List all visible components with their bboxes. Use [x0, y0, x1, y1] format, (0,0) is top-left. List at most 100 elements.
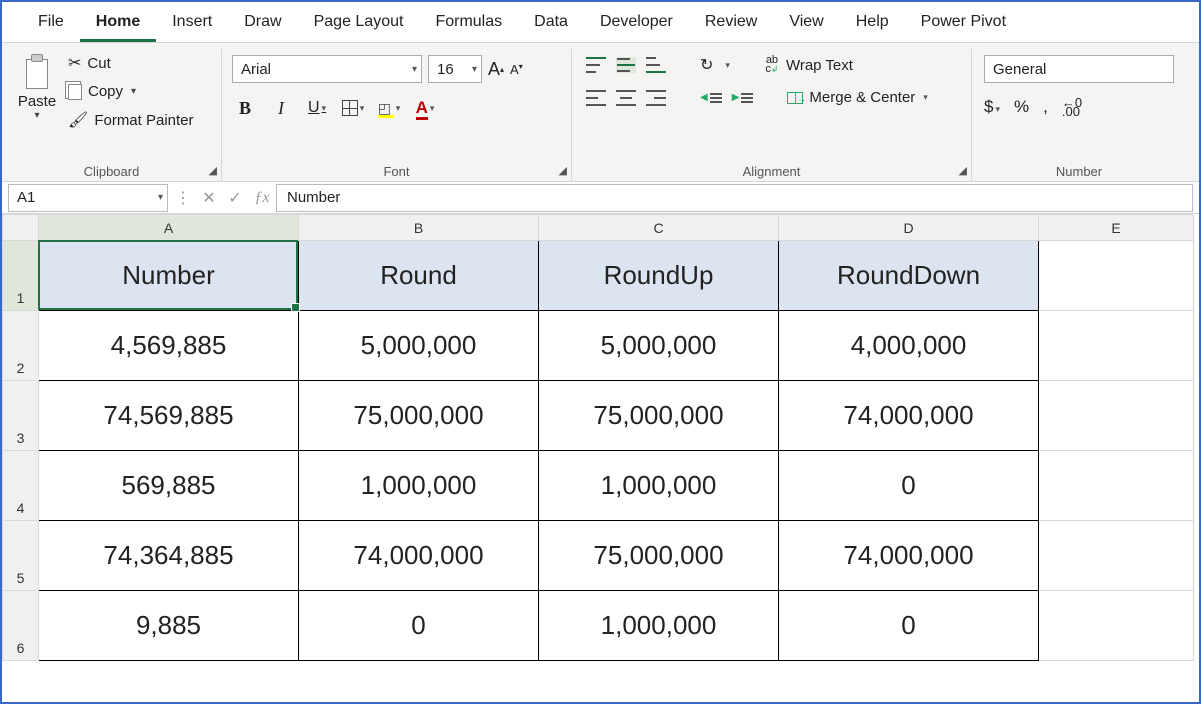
formula-input[interactable]: Number	[276, 184, 1193, 212]
cut-button[interactable]: Cut	[68, 53, 194, 73]
wrap-text-button[interactable]: abc↲ Wrap Text	[764, 56, 853, 74]
row-header-5[interactable]: 5	[3, 521, 39, 591]
bold-button[interactable]: B	[232, 95, 258, 121]
col-header-B[interactable]: B	[299, 215, 539, 241]
cell-D2[interactable]: 4,000,000	[779, 311, 1039, 381]
dialog-launcher-icon[interactable]: ◢	[959, 164, 967, 177]
tab-draw[interactable]: Draw	[228, 3, 297, 42]
tab-data[interactable]: Data	[518, 3, 584, 42]
cell-B2[interactable]: 5,000,000	[299, 311, 539, 381]
increase-indent-button[interactable]	[732, 92, 754, 103]
align-bottom-button[interactable]	[646, 57, 666, 73]
cell-D3[interactable]: 74,000,000	[779, 381, 1039, 451]
tab-page-layout[interactable]: Page Layout	[298, 3, 420, 42]
insert-function-button[interactable]: ƒx	[248, 189, 276, 207]
cell-A3[interactable]: 74,569,885	[39, 381, 299, 451]
cell-A5[interactable]: 74,364,885	[39, 521, 299, 591]
accept-formula-button[interactable]: ✓	[222, 188, 248, 208]
name-box[interactable]: A1▾	[8, 184, 168, 212]
cell-B6[interactable]: 0	[299, 591, 539, 661]
align-left-button[interactable]	[586, 90, 606, 106]
cell-E6[interactable]	[1039, 591, 1194, 661]
col-header-A[interactable]: A	[39, 215, 299, 241]
select-all-corner[interactable]	[3, 215, 39, 241]
percent-format-button[interactable]: %	[1014, 97, 1029, 117]
format-painter-button[interactable]: Format Painter	[68, 110, 194, 130]
row-header-4[interactable]: 4	[3, 451, 39, 521]
increase-decimal-button[interactable]: ←0.00	[1062, 98, 1082, 116]
cell-E3[interactable]	[1039, 381, 1194, 451]
decrease-indent-button[interactable]	[700, 92, 722, 103]
tab-power-pivot[interactable]: Power Pivot	[905, 3, 1022, 42]
clipboard-icon	[21, 51, 53, 91]
row-header-2[interactable]: 2	[3, 311, 39, 381]
cell-C3[interactable]: 75,000,000	[539, 381, 779, 451]
cell-C5[interactable]: 75,000,000	[539, 521, 779, 591]
underline-button[interactable]: U▾	[304, 95, 330, 121]
align-top-button[interactable]	[586, 57, 606, 73]
cell-D1[interactable]: RoundDown	[779, 241, 1039, 311]
number-format-select[interactable]: General	[984, 55, 1174, 83]
decrease-font-icon[interactable]: A▾	[510, 62, 523, 77]
cell-A6[interactable]: 9,885	[39, 591, 299, 661]
cell-B3[interactable]: 75,000,000	[299, 381, 539, 451]
grid[interactable]: A B C D E 1 Number Round RoundUp RoundDo…	[2, 214, 1194, 661]
cell-C6[interactable]: 1,000,000	[539, 591, 779, 661]
align-center-button[interactable]	[616, 90, 636, 106]
paste-button[interactable]: Paste ▾	[12, 49, 62, 121]
group-clipboard: Paste ▾ Cut Copy ▾ Format Painter C	[2, 49, 222, 181]
row-header-3[interactable]: 3	[3, 381, 39, 451]
cell-D5[interactable]: 74,000,000	[779, 521, 1039, 591]
tab-review[interactable]: Review	[689, 3, 773, 42]
cell-A4[interactable]: 569,885	[39, 451, 299, 521]
dialog-launcher-icon[interactable]: ◢	[559, 164, 567, 177]
col-header-E[interactable]: E	[1039, 215, 1194, 241]
tab-help[interactable]: Help	[840, 3, 905, 42]
cell-E2[interactable]	[1039, 311, 1194, 381]
tab-view[interactable]: View	[773, 3, 839, 42]
font-name-select[interactable]: Arial▾	[232, 55, 422, 83]
cell-B5[interactable]: 74,000,000	[299, 521, 539, 591]
row-header-6[interactable]: 6	[3, 591, 39, 661]
cell-D4[interactable]: 0	[779, 451, 1039, 521]
wrap-text-label: Wrap Text	[786, 57, 853, 74]
merge-center-button[interactable]: → Merge & Center ▾	[787, 89, 927, 106]
font-color-button[interactable]: A▾	[412, 95, 438, 121]
align-middle-button[interactable]	[616, 57, 636, 73]
align-right-button[interactable]	[646, 90, 666, 106]
tab-home[interactable]: Home	[80, 3, 156, 42]
tab-file[interactable]: File	[22, 3, 80, 42]
col-header-D[interactable]: D	[779, 215, 1039, 241]
cell-B1[interactable]: Round	[299, 241, 539, 311]
cell-C2[interactable]: 5,000,000	[539, 311, 779, 381]
col-header-C[interactable]: C	[539, 215, 779, 241]
font-size-select[interactable]: 16▾	[428, 55, 482, 83]
cell-A1[interactable]: Number	[39, 241, 299, 311]
chevron-down-icon[interactable]: ▾	[34, 110, 39, 121]
cell-E4[interactable]	[1039, 451, 1194, 521]
copy-button[interactable]: Copy ▾	[68, 83, 194, 100]
chevron-down-icon[interactable]: ▾	[725, 60, 730, 71]
cell-E1[interactable]	[1039, 241, 1194, 311]
fill-color-button[interactable]: ▾	[376, 95, 402, 121]
cell-C1[interactable]: RoundUp	[539, 241, 779, 311]
tab-developer[interactable]: Developer	[584, 3, 689, 42]
cell-A2[interactable]: 4,569,885	[39, 311, 299, 381]
cell-C4[interactable]: 1,000,000	[539, 451, 779, 521]
cell-E5[interactable]	[1039, 521, 1194, 591]
row-header-1[interactable]: 1	[3, 241, 39, 311]
orientation-button[interactable]	[700, 55, 713, 75]
cell-B4[interactable]: 1,000,000	[299, 451, 539, 521]
increase-font-icon[interactable]: A▴	[488, 59, 504, 80]
tab-insert[interactable]: Insert	[156, 3, 228, 42]
chevron-down-icon[interactable]: ▾	[131, 86, 136, 97]
tab-formulas[interactable]: Formulas	[419, 3, 518, 42]
dots-icon[interactable]: ⋮	[170, 188, 196, 208]
cancel-formula-button[interactable]: ✕	[196, 188, 222, 208]
comma-format-button[interactable]: ,	[1043, 97, 1048, 117]
italic-button[interactable]: I	[268, 95, 294, 121]
borders-button[interactable]: ▾	[340, 95, 366, 121]
dialog-launcher-icon[interactable]: ◢	[209, 164, 217, 177]
cell-D6[interactable]: 0	[779, 591, 1039, 661]
accounting-format-button[interactable]: $▾	[984, 97, 1000, 117]
